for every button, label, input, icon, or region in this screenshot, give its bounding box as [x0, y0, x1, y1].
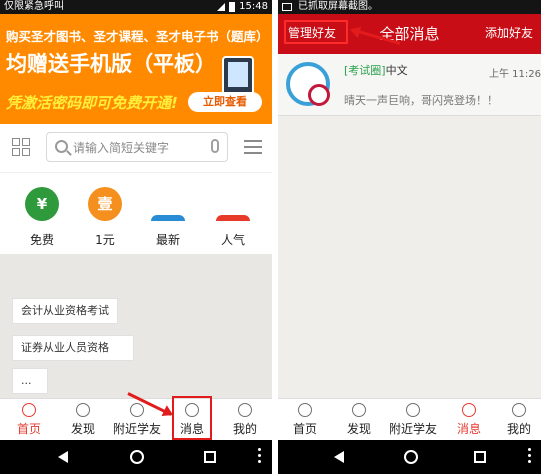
tag-more[interactable]: ...	[12, 368, 48, 394]
banner-subtitle: 凭激活密码即可免费开通!	[6, 94, 178, 112]
home-circle-icon[interactable]	[404, 450, 418, 464]
view-now-button[interactable]: 立即查看	[188, 92, 262, 112]
recent-apps-icon[interactable]	[474, 451, 486, 463]
grid-menu-icon[interactable]	[12, 138, 30, 156]
category-free[interactable]: ¥ 免费	[17, 187, 67, 248]
search-row: 请输入简短关键字	[0, 124, 272, 172]
tab-discover[interactable]: 发现	[342, 401, 376, 439]
status-text: 已抓取屏幕截图。	[298, 1, 378, 12]
bottom-tab-bar: 首页 发现 附近学友 消息 我的	[0, 398, 272, 440]
new-icon	[151, 215, 185, 221]
tag-accounting-exam[interactable]: 会计从业资格考试	[12, 298, 118, 324]
carrier-text: 仅限紧急呼叫	[4, 1, 64, 12]
banner-headline: 购买圣才图书、圣才课程、圣才电子书（题库）	[6, 29, 269, 44]
messages-highlight-box	[172, 396, 212, 440]
category-newest[interactable]: 最新	[143, 187, 193, 248]
tab-home[interactable]: 首页	[288, 401, 322, 439]
category-label: 最新	[155, 233, 180, 247]
category-one-yuan[interactable]: 壹 1元	[80, 187, 130, 248]
fire-icon	[216, 215, 250, 221]
clock-text: 15:48	[239, 1, 268, 12]
list-menu-icon[interactable]	[244, 140, 262, 154]
search-placeholder: 请输入简短关键字	[73, 141, 170, 155]
system-nav-bar	[278, 440, 541, 474]
recent-apps-icon[interactable]	[204, 451, 216, 463]
search-icon	[55, 140, 68, 153]
category-row: ¥ 免费 壹 1元 最新 人气	[0, 172, 272, 254]
tag-securities-exam[interactable]: 证券从业人员资格	[12, 335, 134, 361]
compass-icon	[352, 403, 366, 417]
left-phone-screen: 仅限紧急呼叫 15:48 购买圣才图书、圣才课程、圣才电子书（题库） 均赠送手机…	[0, 0, 272, 474]
category-popular[interactable]: 人气	[208, 187, 258, 248]
home-icon	[22, 403, 36, 417]
person-icon	[238, 403, 252, 417]
more-vertical-icon[interactable]	[528, 448, 532, 466]
tab-discover[interactable]: 发现	[66, 401, 100, 439]
category-label: 人气	[220, 233, 245, 247]
microphone-icon[interactable]	[211, 139, 219, 153]
banner-title: 均赠送手机版（平板）	[6, 52, 216, 76]
sender-name: 中文	[385, 64, 408, 77]
home-circle-icon[interactable]	[130, 450, 144, 464]
tab-messages[interactable]: 消息	[454, 401, 484, 439]
promo-banner[interactable]: 购买圣才图书、圣才课程、圣才电子书（题库） 均赠送手机版（平板） 凭激活密码即可…	[0, 14, 272, 124]
tab-me[interactable]: 我的	[504, 401, 534, 439]
category-label: 1元	[95, 233, 115, 247]
person-icon	[512, 403, 526, 417]
location-pin-icon	[406, 403, 420, 417]
group-tag: [考试圈]	[344, 64, 386, 77]
search-input[interactable]: 请输入简短关键字	[46, 132, 228, 162]
exam-tag-list: 会计从业资格考试 证券从业人员资格 ...	[0, 254, 272, 398]
back-icon[interactable]	[334, 451, 344, 463]
message-list-item[interactable]: [考试圈]中文 上午 11:26 晴天一声巨响，哥闪亮登场！！	[278, 54, 541, 116]
status-bar: 仅限紧急呼叫 15:48	[0, 0, 272, 14]
tab-nearby[interactable]: 附近学友	[388, 401, 438, 439]
signal-icon	[217, 3, 226, 11]
add-friend-button[interactable]: 添加好友	[485, 24, 533, 41]
category-label: 免费	[29, 233, 54, 247]
message-time: 上午 11:26	[489, 69, 541, 80]
tab-me[interactable]: 我的	[228, 401, 262, 439]
back-icon[interactable]	[58, 451, 68, 463]
yen-icon: ¥	[25, 187, 59, 221]
status-bar: 已抓取屏幕截图。	[278, 0, 541, 14]
message-preview: 晴天一声巨响，哥闪亮登场！！	[344, 94, 498, 107]
bottom-tab-bar: 首页 发现 附近学友 消息 我的	[278, 398, 541, 440]
screenshot-icon	[282, 3, 292, 11]
tab-home[interactable]: 首页	[12, 401, 46, 439]
phone-illustration-icon	[222, 56, 254, 96]
right-phone-screen: 已抓取屏幕截图。 管理好友 全部消息 添加好友 [考试圈]中文 上午 11:26…	[278, 0, 541, 474]
location-pin-icon	[130, 403, 144, 417]
more-vertical-icon[interactable]	[258, 448, 262, 466]
system-nav-bar	[0, 440, 272, 474]
compass-icon	[76, 403, 90, 417]
battery-icon	[229, 2, 236, 12]
message-icon	[462, 403, 476, 417]
manage-highlight-box	[284, 20, 348, 44]
message-sender: [考试圈]中文	[344, 62, 408, 78]
coin-icon: 壹	[88, 187, 122, 221]
home-icon	[298, 403, 312, 417]
avatar	[286, 62, 330, 106]
